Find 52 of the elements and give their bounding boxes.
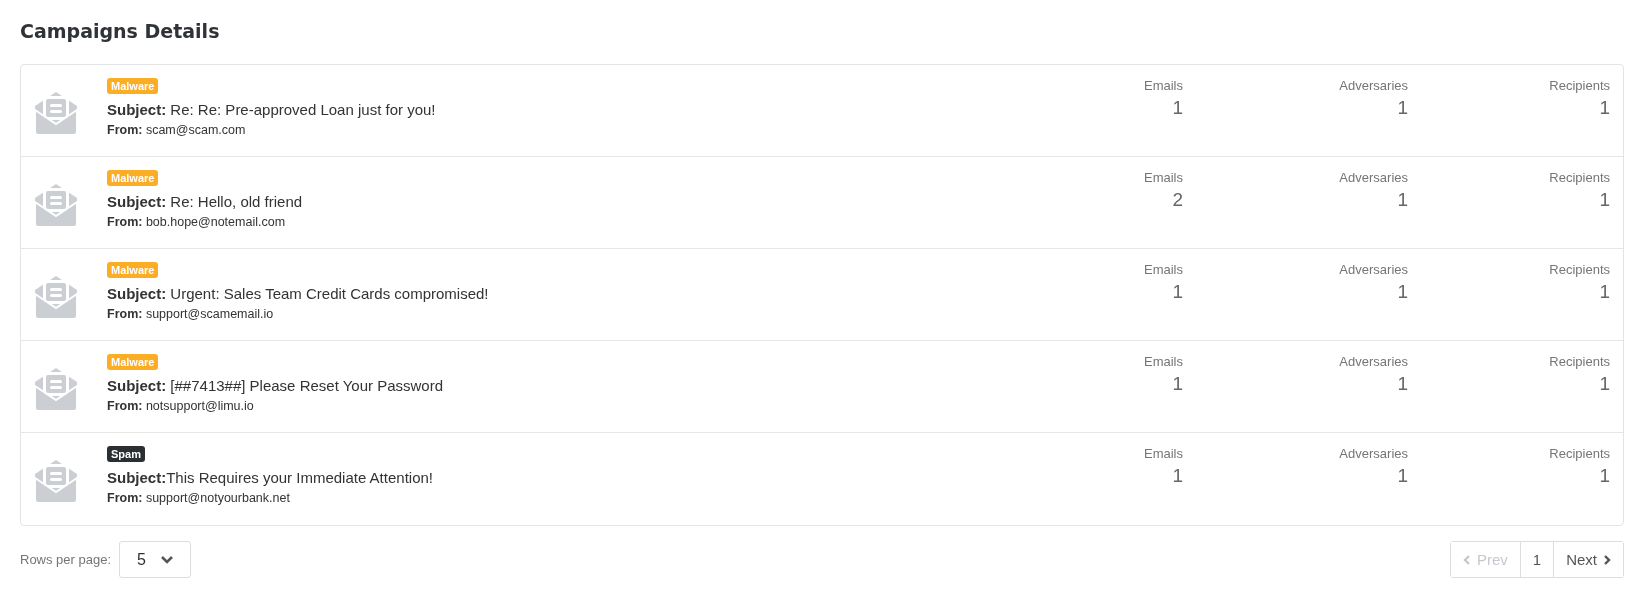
stat-label: Emails [1144, 170, 1183, 185]
stat-value: 1 [1397, 373, 1408, 395]
stat-label: Adversaries [1339, 354, 1408, 369]
stat-value: 1 [1172, 97, 1183, 119]
stat-value: 1 [1397, 281, 1408, 303]
category-tag: Malware [107, 170, 159, 186]
stat-label: Emails [1144, 354, 1183, 369]
email-subject: Subject: [##7413##] Please Reset Your Password [107, 377, 444, 394]
stat-value: 1 [1397, 97, 1408, 119]
next-button[interactable]: Next [1553, 542, 1623, 577]
email-subject: Subject:This Requires your Immediate Attention! [107, 469, 433, 486]
email-sender: From: bob.hope@notemail.com [107, 215, 286, 229]
category-tag: Malware [107, 78, 159, 94]
stat-value: 1 [1599, 97, 1610, 119]
email-sender: From: support@notyourbank.net [107, 491, 290, 505]
stat-label: Adversaries [1339, 262, 1408, 277]
stat-value: 1 [1599, 281, 1610, 303]
stat-value: 1 [1397, 189, 1408, 211]
rows-per-page-label: Rows per page: [20, 552, 112, 567]
category-tag: Spam [107, 446, 145, 462]
email-sender: From: support@scamemail.io [107, 307, 274, 321]
email-subject: Subject: Re: Re: Pre-approved Loan just for you! [107, 101, 436, 118]
chevron-right-icon [1603, 553, 1611, 566]
stat-value: 1 [1599, 189, 1610, 211]
stat-label: Emails [1144, 78, 1183, 93]
stat-value: 1 [1397, 465, 1408, 487]
stat-label: Adversaries [1339, 78, 1408, 93]
section-title: Campaigns Details [20, 20, 221, 42]
email-sender: From: notsupport@limu.io [107, 399, 254, 413]
email-sender: From: scam@scam.com [107, 123, 246, 137]
stat-value: 1 [1599, 373, 1610, 395]
email-subject: Subject: Urgent: Sales Team Credit Cards compromised! [107, 285, 489, 302]
stat-label: Adversaries [1339, 170, 1408, 185]
stat-label: Emails [1144, 446, 1183, 461]
stat-label: Emails [1144, 262, 1183, 277]
stat-value: 1 [1599, 465, 1610, 487]
category-tag: Malware [107, 354, 159, 370]
stat-label: Recipients [1549, 170, 1610, 185]
stat-label: Recipients [1549, 446, 1610, 461]
stat-label: Recipients [1549, 78, 1610, 93]
stat-value: 1 [1172, 373, 1183, 395]
email-subject: Subject: Re: Hello, old friend [107, 193, 303, 210]
stat-label: Recipients [1549, 354, 1610, 369]
chevron-down-icon [159, 554, 174, 565]
stat-label: Adversaries [1339, 446, 1408, 461]
chevron-left-icon [1462, 553, 1471, 566]
stat-value: 2 [1172, 189, 1183, 211]
category-tag: Malware [107, 262, 159, 278]
stat-value: 1 [1172, 465, 1183, 487]
stat-label: Recipients [1549, 262, 1610, 277]
stat-value: 1 [1172, 281, 1183, 303]
rows-per-page-select[interactable]: 5 [119, 541, 191, 578]
